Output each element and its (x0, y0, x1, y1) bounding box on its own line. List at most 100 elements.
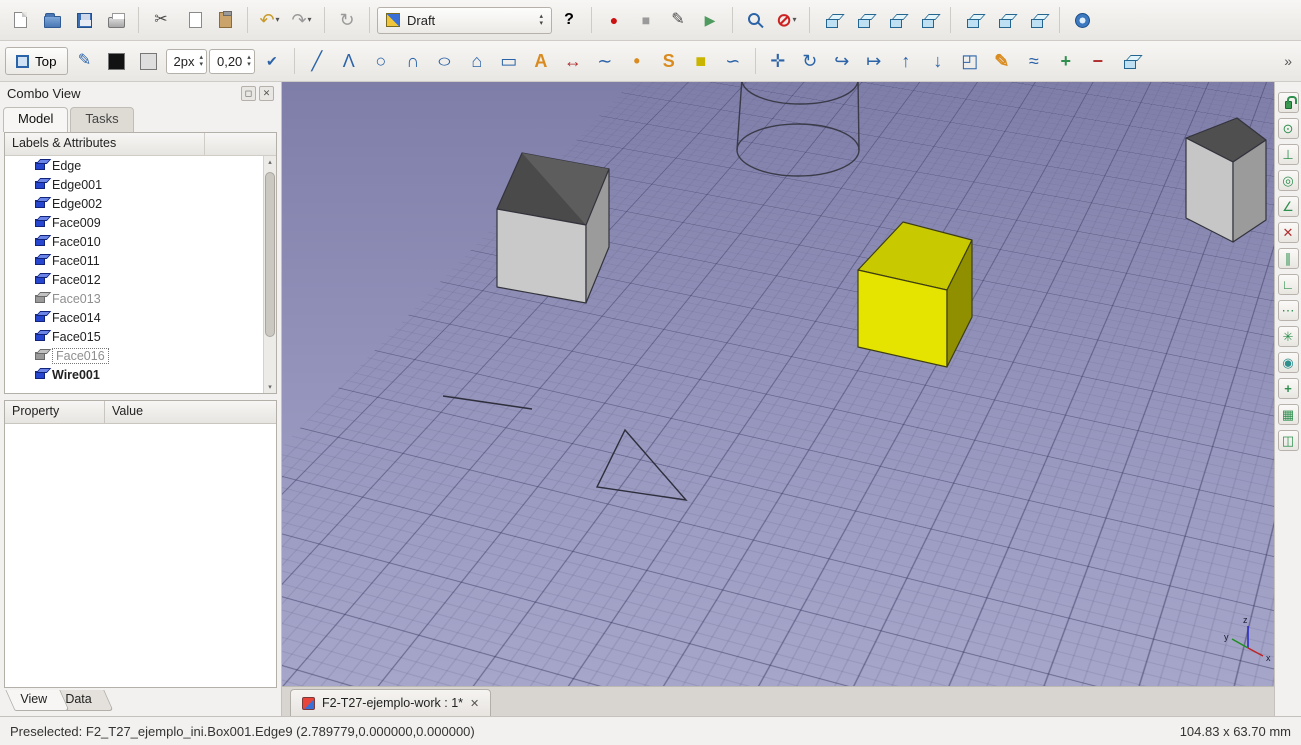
panel-float-button[interactable]: ◻ (241, 86, 256, 101)
draft-polygon-button[interactable]: ⌂ (462, 46, 492, 76)
draft-ellipse-button[interactable]: ○ (430, 46, 460, 76)
snap-grid-button[interactable]: ▦ (1278, 404, 1299, 425)
working-plane-button[interactable]: Top (5, 47, 68, 75)
draft-point-button[interactable]: • (622, 46, 652, 76)
new-document-button[interactable] (5, 5, 35, 35)
snap-special-button[interactable]: ✳ (1278, 326, 1299, 347)
object-open-box-left[interactable] (497, 153, 609, 303)
property-editor-body[interactable] (5, 424, 276, 687)
document-tab[interactable]: F2-T27-ejemplo-work : 1* ✕ (290, 689, 491, 716)
draft-wire-button[interactable]: Λ (334, 46, 364, 76)
value-column-header[interactable]: Value (105, 401, 276, 423)
snap-working-plane-button[interactable]: ◫ (1278, 430, 1299, 451)
draft-move-button[interactable]: ✛ (763, 46, 793, 76)
draft-wire-to-bspline-button[interactable]: ≈ (1019, 46, 1049, 76)
line-color-swatch[interactable] (102, 46, 132, 76)
draft-upgrade-button[interactable]: ↑ (891, 46, 921, 76)
toolbar-overflow-chevron[interactable]: » (1280, 53, 1296, 69)
tree-item-edge002[interactable]: Edge002 (5, 194, 276, 213)
draft-scale-button[interactable]: ◰ (955, 46, 985, 76)
tab-tasks[interactable]: Tasks (70, 107, 133, 132)
print-button[interactable] (101, 5, 131, 35)
tree-item-face014[interactable]: Face014 (5, 308, 276, 327)
view-left-button[interactable] (1022, 5, 1052, 35)
snap-parallel-button[interactable]: ∥ (1278, 248, 1299, 269)
cut-button[interactable]: ✂ (146, 5, 176, 35)
tree-item-face010[interactable]: Face010 (5, 232, 276, 251)
snap-center-button[interactable]: ◎ (1278, 170, 1299, 191)
object-triangle[interactable] (597, 430, 686, 500)
snap-midpoint-button[interactable]: ⊥ (1278, 144, 1299, 165)
apply-style-button[interactable]: ✔ (257, 46, 287, 76)
view-front-button[interactable] (849, 5, 879, 35)
tree-item-face016[interactable]: Face016 (5, 346, 276, 365)
document-tab-close-icon[interactable]: ✕ (470, 697, 479, 710)
draft-edit-button[interactable]: ✎ (987, 46, 1017, 76)
tree-item-face009[interactable]: Face009 (5, 213, 276, 232)
draft-bspline-button[interactable]: ∼ (590, 46, 620, 76)
draft-add-point-button[interactable]: + (1051, 46, 1081, 76)
view-right-button[interactable] (913, 5, 943, 35)
view-bottom-button[interactable] (990, 5, 1020, 35)
draft-trimex-button[interactable]: ↦ (859, 46, 889, 76)
object-cylinder-wireframe[interactable] (737, 82, 859, 176)
panel-close-button[interactable]: ✕ (259, 86, 274, 101)
tree-item-wire001[interactable]: Wire001 (5, 365, 276, 384)
snap-endpoint-button[interactable]: ⊙ (1278, 118, 1299, 139)
whats-this-button[interactable]: ? (554, 5, 584, 35)
draft-offset-button[interactable]: ↪ (827, 46, 857, 76)
view-axonometric-button[interactable] (817, 5, 847, 35)
view-rear-button[interactable] (958, 5, 988, 35)
draft-downgrade-button[interactable]: ↓ (923, 46, 953, 76)
text-scale-spinbox[interactable]: 0,20 ▴▾ (209, 49, 255, 74)
undo-dropdown-arrow[interactable]: ▾ (275, 16, 281, 24)
tree-header[interactable]: Labels & Attributes (5, 133, 276, 156)
tree-item-edge[interactable]: Edge (5, 156, 276, 175)
draft-rectangle-button[interactable]: ▭ (494, 46, 524, 76)
snap-extension-button[interactable]: ⋯ (1278, 300, 1299, 321)
tree-item-face015[interactable]: Face015 (5, 327, 276, 346)
draft-circle-button[interactable]: ○ (366, 46, 396, 76)
macro-play-button[interactable]: ▶ (695, 5, 725, 35)
draft-shapestring-button[interactable]: S (654, 46, 684, 76)
view-top-button[interactable] (881, 5, 911, 35)
object-yellow-cube[interactable] (858, 222, 972, 367)
snap-intersection-button[interactable]: ✕ (1278, 222, 1299, 243)
draft-shape2dview-button[interactable] (1115, 46, 1145, 76)
macro-stop-button[interactable]: ■ (631, 5, 661, 35)
copy-button[interactable] (178, 5, 208, 35)
tree-item-face013[interactable]: Face013 (5, 289, 276, 308)
object-open-box-right[interactable] (1186, 118, 1266, 242)
draft-delete-point-button[interactable]: − (1083, 46, 1113, 76)
draft-line-button[interactable]: ╱ (302, 46, 332, 76)
draft-dimension-button[interactable]: ↔ (558, 46, 588, 76)
draw-style-dropdown-arrow[interactable]: ▾ (792, 16, 798, 24)
open-file-button[interactable] (37, 5, 67, 35)
draft-rotate-button[interactable]: ↻ (795, 46, 825, 76)
scroll-up-icon[interactable]: ▴ (264, 158, 276, 166)
draft-text-button[interactable]: A (526, 46, 556, 76)
text-scale-arrows-icon[interactable]: ▴▾ (247, 54, 251, 68)
tree-scrollbar-thumb[interactable] (265, 172, 275, 337)
snap-near-button[interactable]: ◉ (1278, 352, 1299, 373)
tree-item-edge001[interactable]: Edge001 (5, 175, 276, 194)
tab-view-properties[interactable]: View (5, 690, 69, 711)
redo-button[interactable]: ↷▾ (287, 5, 317, 35)
draw-style-button[interactable]: ⊘▾ (772, 5, 802, 35)
workbench-selector[interactable]: Draft ▴▾ (377, 7, 552, 34)
snap-ortho-button[interactable]: + (1278, 378, 1299, 399)
tree-item-face012[interactable]: Face012 (5, 270, 276, 289)
fit-all-button[interactable] (740, 5, 770, 35)
save-button[interactable] (69, 5, 99, 35)
snap-perpendicular-button[interactable]: ∟ (1278, 274, 1299, 295)
draft-facebinder-button[interactable]: ■ (686, 46, 716, 76)
line-width-arrows-icon[interactable]: ▴▾ (199, 54, 203, 68)
paste-button[interactable] (210, 5, 240, 35)
macro-edit-button[interactable]: ✎ (663, 5, 693, 35)
tab-model[interactable]: Model (3, 107, 68, 132)
face-color-swatch[interactable] (134, 46, 164, 76)
undo-button[interactable]: ↶▾ (255, 5, 285, 35)
3d-view[interactable]: z y x (282, 82, 1274, 686)
object-line-segment[interactable] (443, 396, 532, 409)
scroll-down-icon[interactable]: ▾ (264, 383, 276, 391)
